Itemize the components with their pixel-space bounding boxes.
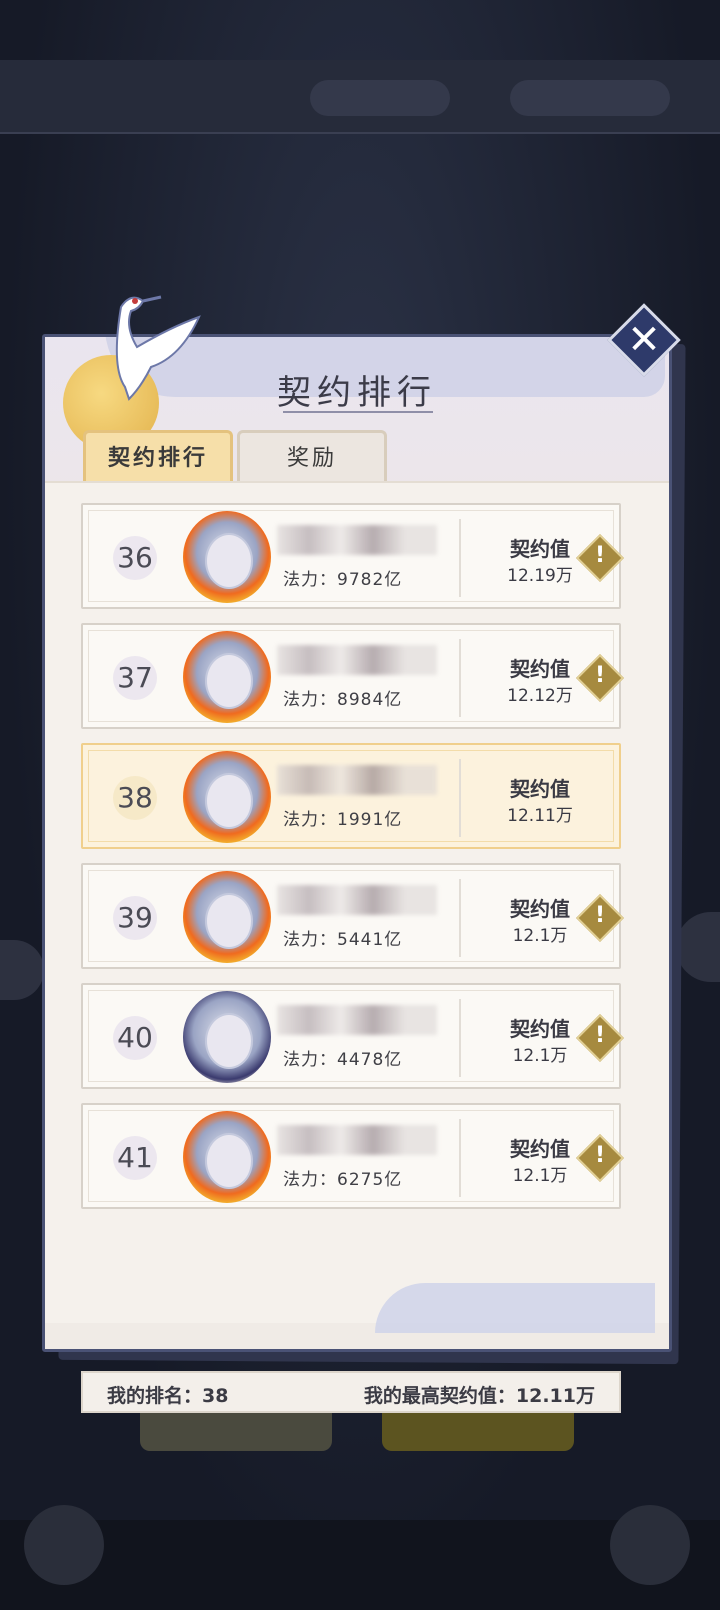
player-name-blurred	[277, 1125, 437, 1155]
avatar-face	[205, 893, 253, 949]
background-currency-pill	[310, 80, 450, 116]
contract-label: 契约值	[510, 777, 570, 801]
power-prefix: 法力：	[283, 570, 337, 590]
my-rank-text: 我的排名：38	[107, 1385, 229, 1407]
tab-rewards[interactable]: 奖励	[237, 430, 387, 482]
rank-row[interactable]: 41 法力：6275亿 契约值 12.1万 !	[81, 1103, 625, 1209]
row-divider	[459, 759, 461, 837]
power-amount: 1991亿	[337, 810, 403, 830]
player-name-blurred	[277, 765, 437, 795]
contract-value: 12.11万	[507, 806, 573, 826]
title-underline	[283, 411, 433, 413]
row-divider	[459, 519, 461, 597]
footer-wave-decoration	[375, 1283, 655, 1333]
ranking-panel: 契约排行 契约排行 奖励 36 法力：9782亿 契约值 12.19万 ! 37	[42, 295, 672, 1413]
rank-row[interactable]: 36 法力：9782亿 契约值 12.19万 !	[81, 503, 625, 609]
power-prefix: 法力：	[283, 930, 337, 950]
rank-number: 40	[113, 1016, 157, 1060]
power-value: 法力：6275亿	[283, 1165, 402, 1190]
tab-contract-ranking[interactable]: 契约排行	[83, 430, 233, 482]
avatar-face	[205, 1013, 253, 1069]
contract-label: 契约值	[510, 1017, 570, 1041]
crane-icon	[115, 295, 201, 401]
my-rank-bar: 我的排名：38 我的最高契约值：12.11万	[81, 1371, 621, 1413]
background-back-button	[24, 1505, 104, 1585]
power-value: 法力：5441亿	[283, 925, 402, 950]
rank-number: 36	[113, 536, 157, 580]
contract-value: 12.1万	[512, 1166, 568, 1186]
contract-label: 契约值	[510, 897, 570, 921]
power-prefix: 法力：	[283, 1050, 337, 1070]
avatar-face	[205, 773, 253, 829]
power-value: 法力：4478亿	[283, 1045, 402, 1070]
row-divider	[459, 879, 461, 957]
contract-label: 契约值	[510, 1137, 570, 1161]
rank-number: 39	[113, 896, 157, 940]
rank-row-mine[interactable]: 38 法力：1991亿 契约值 12.11万	[81, 743, 621, 849]
player-name-blurred	[277, 885, 437, 915]
power-amount: 6275亿	[337, 1170, 403, 1190]
avatar-face	[205, 1133, 253, 1189]
background-menu-button	[610, 1505, 690, 1585]
contract-label: 契约值	[510, 657, 570, 681]
my-best-contract-text: 我的最高契约值：12.11万	[363, 1385, 595, 1407]
rank-number: 41	[113, 1136, 157, 1180]
power-value: 法力：1991亿	[283, 805, 402, 830]
power-amount: 9782亿	[337, 570, 403, 590]
power-prefix: 法力：	[283, 810, 337, 830]
power-amount: 8984亿	[337, 690, 403, 710]
rank-row[interactable]: 39 法力：5441亿 契约值 12.1万 !	[81, 863, 625, 969]
power-prefix: 法力：	[283, 690, 337, 710]
player-name-blurred	[277, 1005, 437, 1035]
player-name-blurred	[277, 525, 437, 555]
rank-row[interactable]: 37 法力：8984亿 契约值 12.12万 !	[81, 623, 625, 729]
contract-value: 12.1万	[512, 926, 568, 946]
contract-label: 契约值	[510, 537, 570, 561]
ranking-list: 36 法力：9782亿 契约值 12.19万 ! 37 法力：8984亿 契约值…	[45, 481, 669, 1413]
power-amount: 4478亿	[337, 1050, 403, 1070]
rank-number: 37	[113, 656, 157, 700]
power-value: 法力：9782亿	[283, 565, 402, 590]
power-amount: 5441亿	[337, 930, 403, 950]
avatar-face	[205, 533, 253, 589]
avatar-face	[205, 653, 253, 709]
rank-row[interactable]: 40 法力：4478亿 契约值 12.1万 !	[81, 983, 625, 1089]
contract-value: 12.1万	[512, 1046, 568, 1066]
row-divider	[459, 999, 461, 1077]
player-name-blurred	[277, 645, 437, 675]
row-divider	[459, 639, 461, 717]
contract-value: 12.19万	[507, 566, 573, 586]
row-divider	[459, 1119, 461, 1197]
contract-value: 12.12万	[507, 686, 573, 706]
rank-number: 38	[113, 776, 157, 820]
background-energy-pill	[510, 80, 670, 116]
power-prefix: 法力：	[283, 1170, 337, 1190]
power-value: 法力：8984亿	[283, 685, 402, 710]
